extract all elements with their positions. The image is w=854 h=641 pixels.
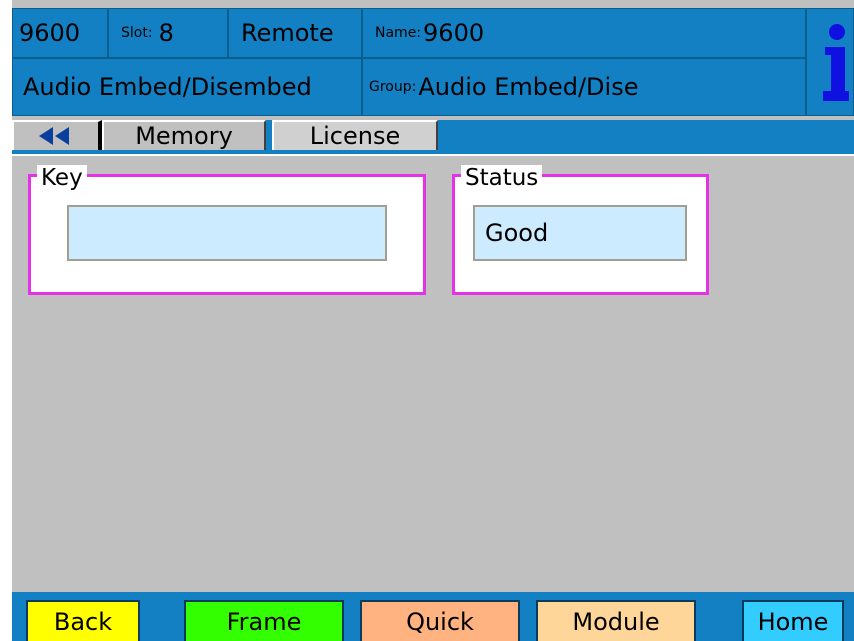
module-cell: Audio Embed/Disembed — [12, 58, 362, 116]
device-label: 9600 — [19, 19, 81, 47]
status-group-title: Status — [461, 165, 543, 191]
slot-label: Slot: — [121, 25, 153, 41]
quick-button[interactable]: Quick — [360, 600, 520, 641]
tab-license-label: License — [309, 122, 401, 150]
tab-license[interactable]: License — [272, 120, 438, 150]
content-divider — [12, 154, 854, 156]
key-input[interactable] — [67, 205, 387, 261]
double-left-arrow-icon — [39, 127, 69, 145]
back-button[interactable]: Back — [26, 600, 140, 641]
status-group: Status Good — [452, 165, 709, 295]
name-cell: Name: 9600 — [362, 8, 806, 58]
mode-label: Remote — [241, 19, 334, 47]
module-button-label: Module — [572, 607, 660, 636]
tab-prev-button[interactable] — [12, 120, 102, 150]
slot-cell: Slot: 8 — [108, 8, 228, 58]
name-label: Name: — [375, 25, 422, 41]
info-icon[interactable] — [821, 23, 849, 103]
slot-value: 8 — [158, 19, 174, 47]
left-edge — [0, 0, 12, 641]
mode-cell: Remote — [228, 8, 362, 58]
home-button-label: Home — [757, 607, 829, 636]
tab-memory[interactable]: Memory — [102, 120, 266, 150]
home-button[interactable]: Home — [742, 600, 844, 641]
frame-button-label: Frame — [226, 607, 302, 636]
name-value: 9600 — [423, 19, 485, 47]
group-cell: Group: Audio Embed/Dise — [362, 58, 806, 116]
status-field: Good — [473, 205, 687, 261]
module-label: Audio Embed/Disembed — [23, 73, 312, 101]
tab-bar: Memory License — [12, 120, 854, 154]
module-button[interactable]: Module — [536, 600, 696, 641]
info-cell[interactable] — [806, 8, 854, 116]
quick-button-label: Quick — [406, 607, 474, 636]
group-label: Group: — [369, 79, 417, 95]
group-value: Audio Embed/Dise — [418, 73, 639, 101]
frame-button[interactable]: Frame — [184, 600, 344, 641]
tab-memory-label: Memory — [135, 122, 233, 150]
header-bar: 9600 Slot: 8 Remote Name: 9600 Audio Emb… — [12, 8, 854, 116]
key-group-title: Key — [37, 165, 87, 191]
device-cell: 9600 — [12, 8, 108, 58]
back-button-label: Back — [53, 607, 113, 636]
bottom-bar: Back Frame Quick Module Home — [12, 592, 854, 641]
key-group: Key — [28, 165, 426, 295]
